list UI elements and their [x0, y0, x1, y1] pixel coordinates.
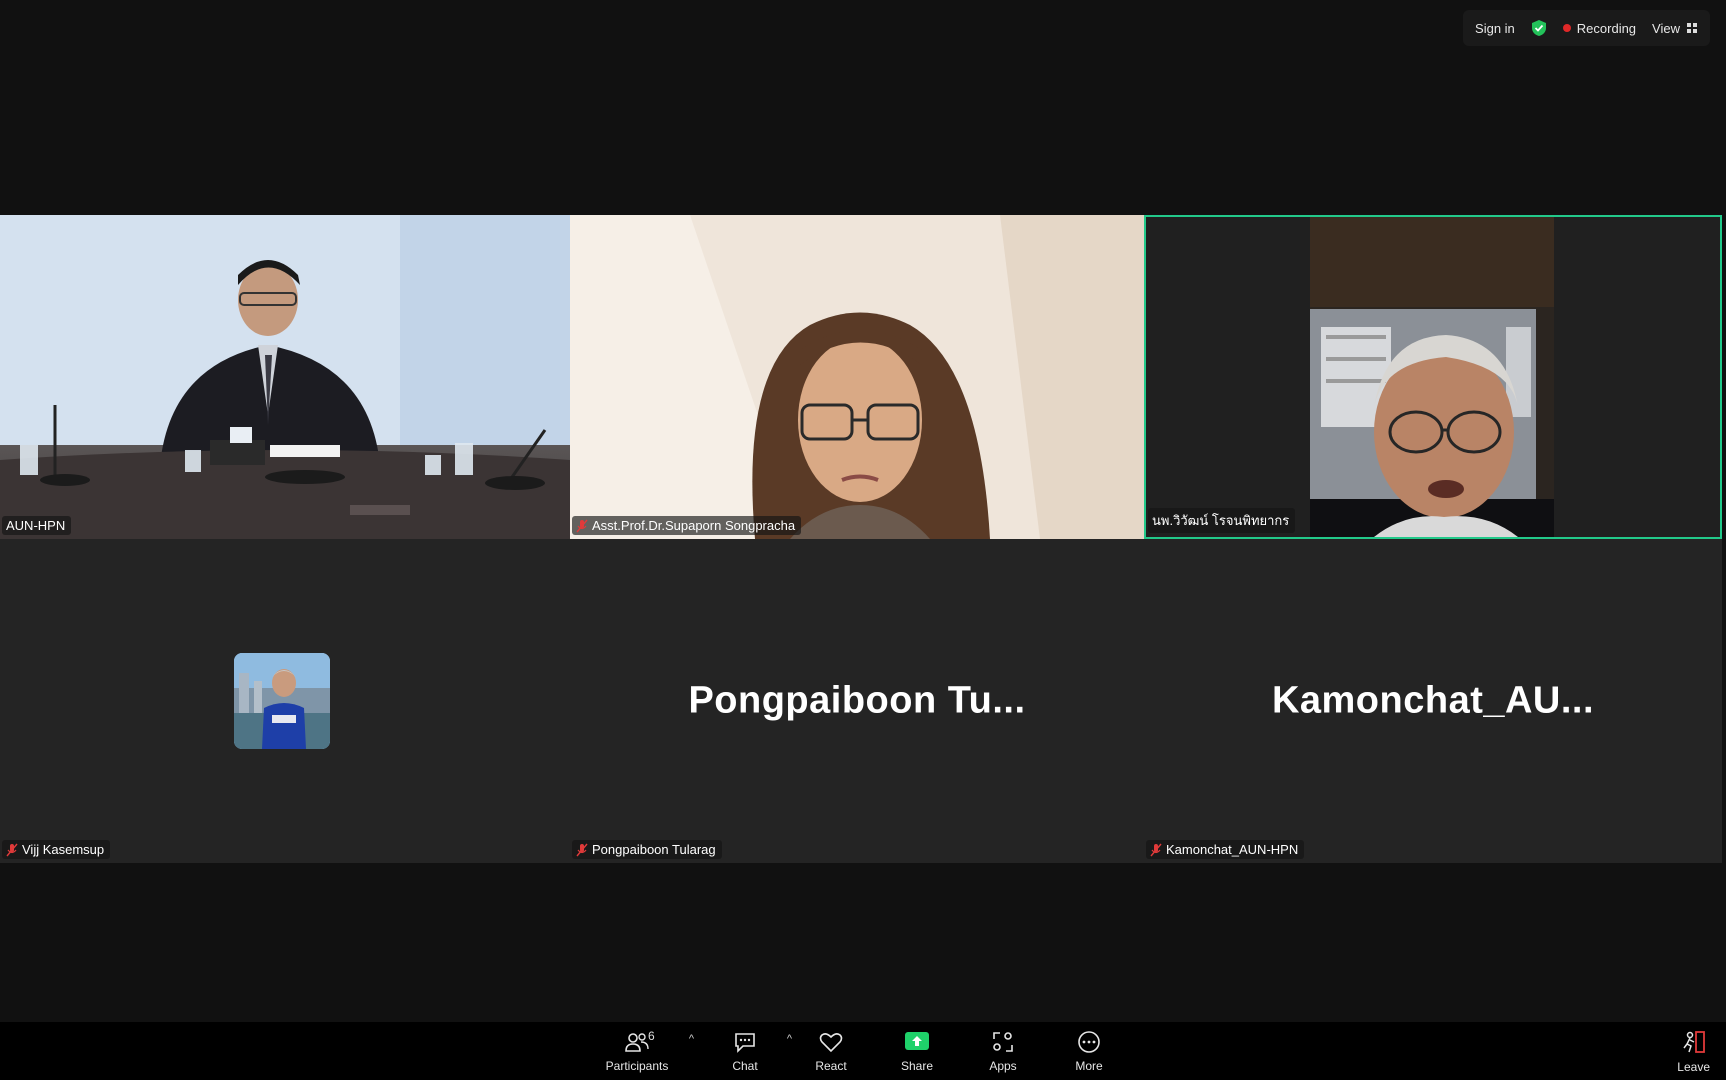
toolbar-controls: 6 Participants ^ Chat ^ React Share Apps… — [594, 1029, 1132, 1073]
share-screen-icon — [904, 1029, 930, 1055]
more-icon — [1076, 1029, 1102, 1055]
encryption-shield-icon[interactable] — [1531, 19, 1547, 37]
mic-muted-icon — [576, 843, 588, 856]
profile-picture — [234, 653, 330, 749]
video-gallery: AUN-HPN Asst.Prof.Dr.Supaporn Songpracha… — [0, 215, 1722, 863]
recording-indicator[interactable]: Recording — [1562, 20, 1637, 36]
apps-icon — [990, 1029, 1016, 1055]
participant-name: Kamonchat_AUN-HPN — [1166, 842, 1299, 857]
name-tag: Kamonchat_AUN-HPN — [1146, 840, 1305, 859]
participants-button[interactable]: 6 Participants ^ — [594, 1029, 694, 1073]
participants-count: 6 — [648, 1029, 655, 1043]
participant-name: Pongpaiboon Tularag — [592, 842, 716, 857]
participant-tile-supaporn[interactable]: Asst.Prof.Dr.Supaporn Songpracha — [570, 215, 1144, 539]
zoom-meeting-window: Sign in Recording View AUN-HPN Asst.Prof… — [0, 0, 1726, 1080]
name-tag: Pongpaiboon Tularag — [572, 840, 722, 859]
video-feed-meeting-room — [0, 215, 570, 539]
heart-icon — [818, 1029, 844, 1055]
mic-muted-icon — [1150, 843, 1162, 856]
leave-button[interactable]: Leave — [1677, 1030, 1710, 1074]
participant-name: AUN-HPN — [6, 518, 66, 533]
grid-view-icon — [1687, 23, 1697, 33]
participant-display-name: Pongpaiboon Tu... — [688, 679, 1026, 722]
apps-button[interactable]: Apps — [960, 1029, 1046, 1073]
share-button[interactable]: Share — [874, 1029, 960, 1073]
participant-tile-vijj[interactable]: Vijj Kasemsup — [0, 539, 570, 863]
apps-label: Apps — [989, 1059, 1017, 1073]
participant-name: Vijj Kasemsup — [22, 842, 105, 857]
name-tag: AUN-HPN — [2, 516, 72, 535]
participant-name: นพ.วิวัฒน์ โรจนพิทยากร — [1152, 513, 1290, 528]
profile-avatar — [234, 653, 330, 749]
mic-muted-icon — [6, 843, 18, 856]
participant-tile-kamonchat[interactable]: Kamonchat_AU... Kamonchat_AUN-HPN — [1144, 539, 1722, 863]
name-tag: Asst.Prof.Dr.Supaporn Songpracha — [572, 516, 802, 535]
react-label: React — [815, 1059, 847, 1073]
leave-label: Leave — [1677, 1060, 1710, 1074]
participants-icon — [624, 1029, 650, 1055]
share-label: Share — [900, 1059, 934, 1073]
name-tag: Vijj Kasemsup — [2, 840, 111, 859]
participant-display-name: Kamonchat_AU... — [1271, 679, 1595, 722]
recording-label: Recording — [1576, 20, 1637, 36]
name-tag: นพ.วิวัฒน์ โรจนพิทยากร — [1148, 508, 1296, 533]
mic-muted-icon — [576, 519, 588, 532]
leave-icon — [1681, 1030, 1707, 1056]
top-right-bar: Sign in Recording View — [1463, 10, 1710, 46]
participant-name: Asst.Prof.Dr.Supaporn Songpracha — [592, 518, 796, 533]
view-button[interactable]: View — [1652, 21, 1698, 36]
chat-icon — [732, 1029, 758, 1055]
participant-tile-aun-hpn[interactable]: AUN-HPN — [0, 215, 570, 539]
more-label: More — [1075, 1059, 1103, 1073]
chat-label: Chat — [732, 1059, 758, 1073]
video-feed-participant — [570, 215, 1144, 539]
participant-tile-pongpaiboon[interactable]: Pongpaiboon Tu... Pongpaiboon Tularag — [570, 539, 1144, 863]
recording-dot-icon — [1562, 24, 1571, 32]
react-button[interactable]: React — [788, 1029, 874, 1073]
view-label: View — [1652, 20, 1680, 36]
participants-caret-icon[interactable]: ^ — [689, 1033, 694, 1045]
chat-button[interactable]: Chat ^ — [702, 1029, 792, 1073]
participants-label: Participants — [605, 1059, 669, 1073]
video-feed-participant — [1146, 217, 1720, 537]
sign-in-button[interactable]: Sign in — [1475, 21, 1515, 36]
participant-tile-active-speaker[interactable]: นพ.วิวัฒน์ โรจนพิทยากร — [1144, 215, 1722, 539]
meeting-toolbar: 6 Participants ^ Chat ^ React Share Apps… — [0, 1022, 1726, 1080]
more-button[interactable]: More — [1046, 1029, 1132, 1073]
